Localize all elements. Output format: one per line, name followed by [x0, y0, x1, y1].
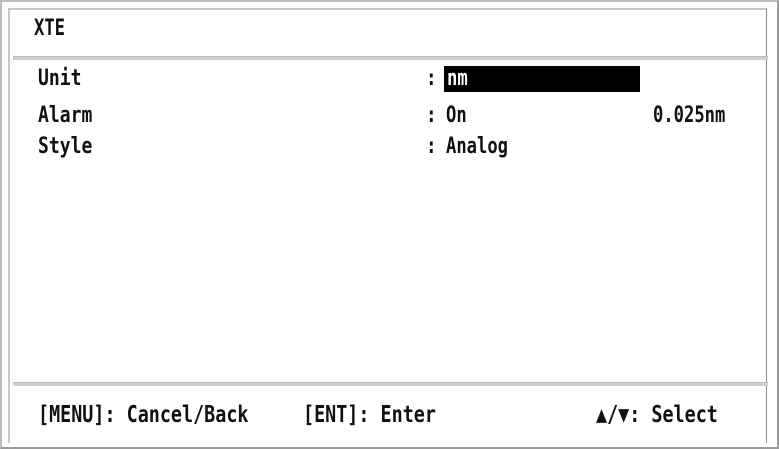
setting-value-style[interactable]: Analog [446, 134, 508, 159]
setting-row-style[interactable]: Style : Analog [0, 134, 779, 160]
footer-divider [13, 382, 768, 386]
setting-row-unit[interactable]: Unit : nm [0, 66, 779, 92]
setting-colon: : [426, 134, 437, 159]
setting-label-unit: Unit [38, 66, 82, 91]
setting-row-alarm[interactable]: Alarm : On 0.025nm [0, 103, 779, 129]
setting-colon: : [426, 103, 437, 128]
title-divider [13, 56, 768, 60]
setting-colon: : [426, 66, 437, 91]
setting-label-alarm: Alarm [38, 103, 93, 128]
setting-value-unit: nm [447, 66, 468, 91]
setting-value-unit-selected[interactable]: nm [444, 66, 640, 92]
alarm-threshold-value[interactable]: 0.025nm [653, 103, 725, 128]
page-title: XTE [34, 16, 66, 41]
footer-select-hint: ▲/▼: Select [596, 402, 718, 428]
setting-label-style: Style [38, 134, 93, 159]
footer-menu-hint: [MENU]: Cancel/Back [38, 402, 249, 428]
footer-enter-hint: [ENT]: Enter [303, 402, 436, 428]
setting-value-alarm[interactable]: On [446, 103, 467, 128]
